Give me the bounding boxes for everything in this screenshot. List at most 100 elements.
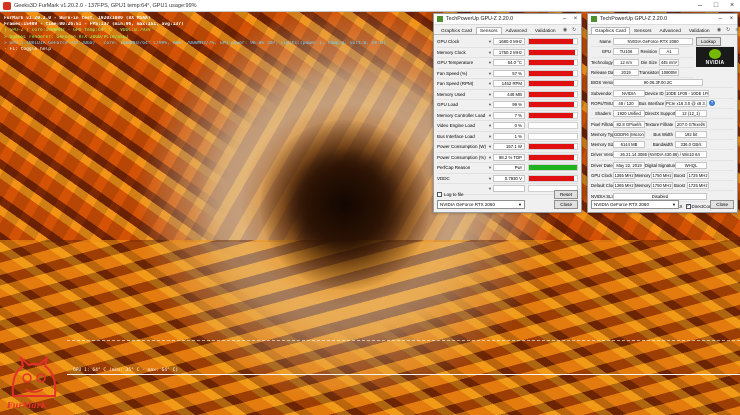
driver-version-label: Driver Version	[591, 152, 618, 158]
refresh-icon[interactable]: ↻	[571, 27, 578, 34]
furmark-logo: FurMark	[5, 355, 63, 410]
tab-validation[interactable]: Validation	[531, 27, 560, 34]
sensor-graph-fill	[529, 112, 574, 118]
sensors-close-button[interactable]: Close	[554, 199, 578, 209]
close-icon[interactable]: ×	[570, 14, 581, 25]
driver-date-value: May 22, 2019	[613, 161, 645, 169]
sensor-name: GPU Clock	[437, 39, 460, 45]
tab-graphics-card[interactable]: Graphics Card	[591, 27, 630, 34]
menu-icon[interactable]: ≡	[580, 27, 587, 34]
minimize-icon[interactable]: –	[715, 14, 726, 25]
nvidia-logo-text: NVIDIA	[705, 60, 725, 67]
sensors-title-bar[interactable]: TechPowerUp GPU-Z 2.20.0 – ×	[434, 14, 581, 25]
sensor-graph	[528, 101, 578, 109]
sensor-value: 157.1 W	[493, 143, 525, 151]
sensor-graph	[528, 143, 578, 151]
sensors-tab-bar: Graphics Card Sensors Advanced Validatio…	[434, 25, 585, 35]
sensor-name: PerfCap Reason	[437, 165, 471, 171]
sensor-name: Power Consumption (W)	[437, 144, 487, 150]
sensor-name: Power Consumption (%)	[437, 154, 486, 160]
menu-icon[interactable]: ≡	[734, 27, 740, 34]
name-label: Name	[599, 39, 611, 45]
tab-validation[interactable]: Validation	[685, 27, 714, 34]
gpu-clock-value: 1365 MHz	[613, 172, 635, 179]
sensor-value: 1452 RPM	[493, 80, 525, 88]
sensor-row: GPU Temperature ▼ 64.0 °C	[437, 58, 578, 69]
bus-interface-value: PCIe x16 3.0 @ x8 3.0	[665, 99, 707, 107]
tab-graphics-card[interactable]: Graphics Card	[437, 27, 476, 34]
transistors-label: Transistors	[639, 70, 661, 76]
sensor-name: Bus Interface Load	[437, 133, 475, 139]
sensor-graph-fill	[529, 70, 574, 76]
osd-help-hint: - F1: toggle help	[4, 47, 52, 53]
sensor-row: Memory Controller Load ▼ 7 %	[437, 111, 578, 121]
sensor-graph-fill	[529, 39, 574, 45]
sensor-graph	[528, 132, 578, 140]
bus-width-label: Bus Width	[653, 131, 673, 137]
digital-signature-value: WHQL	[675, 161, 707, 169]
sensor-graph	[528, 69, 578, 77]
sensor-graph	[528, 90, 578, 98]
release-date-label: Release Date	[591, 70, 618, 76]
card-footer: NVIDIA GeForce RTX 2060 ▼ Close	[591, 200, 734, 209]
device-id-label: Device ID	[645, 90, 664, 96]
card-tab-bar: Graphics Card Sensors Advanced Validatio…	[588, 25, 740, 35]
reset-button[interactable]: Reset	[553, 189, 578, 199]
camera-icon[interactable]: ◉	[562, 27, 569, 34]
gpu-label: GPU	[601, 49, 611, 55]
furmark-title-bar[interactable]: Geeks3D FurMark v1.20.2.0 - 137FPS, GPU1…	[0, 0, 740, 12]
help-icon[interactable]: ?	[709, 100, 715, 107]
chevron-down-icon: ▼	[518, 201, 522, 207]
log-to-file-checkbox[interactable]	[437, 191, 442, 197]
die-size-value: 445 mm²	[659, 58, 679, 66]
driver-version-value: 26.21.14.3086 (NVIDIA 430.86) / Win10 64	[613, 151, 707, 159]
bios-value: 90.06.3F.00.2C	[613, 79, 703, 87]
sensor-graph-fill	[529, 49, 575, 55]
card-window-controls: – ×	[715, 14, 737, 25]
card-close-button[interactable]: Close	[710, 200, 734, 209]
sensor-value: 64.0 °C	[493, 59, 525, 67]
lookup-button[interactable]: Lookup	[696, 37, 721, 47]
sensor-name: Video Engine Load	[437, 123, 475, 129]
sensor-row: GPU Load ▼ 99 %	[437, 100, 578, 111]
bandwidth-value: 336.0 GB/s	[675, 141, 707, 149]
tab-advanced[interactable]: Advanced	[656, 27, 685, 34]
maximize-icon[interactable]: □	[708, 2, 724, 9]
refresh-icon[interactable]: ↻	[725, 27, 732, 34]
gpuz-card-window: TechPowerUp GPU-Z 2.20.0 – × Graphics Ca…	[587, 13, 740, 213]
die-size-label: Die Size	[640, 59, 657, 65]
tab-advanced[interactable]: Advanced	[502, 27, 531, 34]
tab-sensors[interactable]: Sensors	[475, 27, 502, 34]
sensor-row: Power Consumption (%) ▼ 98.2 % TDP	[437, 153, 578, 163]
card-title-bar[interactable]: TechPowerUp GPU-Z 2.20.0 – ×	[588, 14, 737, 25]
furmark-monster-icon	[11, 355, 57, 397]
bios-label: BIOS Version	[591, 80, 617, 86]
boost-clock-label: Boost	[674, 173, 685, 178]
furmark-osd: FurMark v1.20.2.0 - Burn-in test, 1920x1…	[4, 16, 434, 53]
driver-date-label: Driver Date	[591, 162, 613, 168]
sensor-value: 0.7930 V	[493, 174, 525, 182]
release-date-value: 2019	[613, 69, 639, 77]
sensor-list: GPU Clock ▼ 1680.0 MHz Memory Clock ▼ 1750.2 …	[434, 35, 581, 197]
tab-sensors[interactable]: Sensors	[630, 27, 656, 34]
texture-fillrate-value: 207.0 GTexel/s	[675, 120, 707, 128]
nvidia-logo: NVIDIA	[696, 47, 734, 68]
sensor-value: 98.2 % TDP	[493, 153, 525, 161]
default-boost-value: 1725 MHz	[687, 182, 709, 190]
sensor-value: 1750.2 MHz	[493, 48, 525, 56]
minimize-icon[interactable]: –	[559, 14, 570, 25]
camera-icon[interactable]: ◉	[716, 27, 723, 34]
sensors-device-select[interactable]: NVIDIA GeForce RTX 2060 ▼	[437, 199, 525, 209]
technology-value: 12 nm	[613, 58, 639, 66]
card-device-select[interactable]: NVIDIA GeForce RTX 2060 ▼	[591, 200, 679, 209]
sensors-window-title: TechPowerUp GPU-Z 2.20.0	[446, 16, 514, 22]
technology-label: Technology	[591, 59, 613, 65]
minimize-icon[interactable]: –	[692, 2, 708, 9]
sensor-graph-fill	[529, 60, 574, 66]
sensor-graph-fill	[529, 102, 575, 108]
close-icon[interactable]: ×	[726, 14, 737, 25]
boost-clock-value: 1725 MHz	[687, 172, 709, 179]
close-icon[interactable]: ×	[724, 2, 740, 9]
revision-value: A1	[659, 48, 679, 56]
sensor-value: Pwr	[493, 164, 525, 172]
